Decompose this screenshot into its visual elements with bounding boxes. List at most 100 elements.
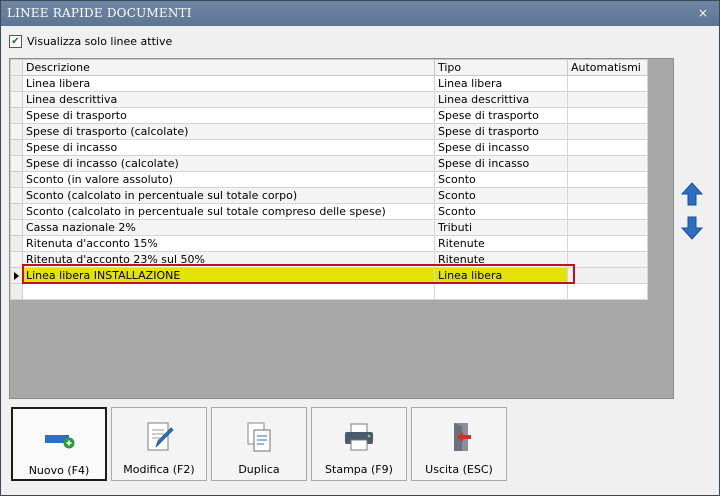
cell-automatismi[interactable] [567, 267, 648, 284]
table-row[interactable]: Linea libera INSTALLAZIONE Linea libera [10, 267, 648, 284]
row-selector[interactable] [10, 123, 23, 140]
arrow-up-icon [681, 182, 703, 206]
duplica-button[interactable]: Duplica [211, 407, 307, 481]
cell-descrizione[interactable]: Linea libera [22, 75, 435, 92]
modifica-button[interactable]: Modifica (F2) [111, 407, 207, 481]
cell-tipo[interactable]: Sconto [434, 203, 568, 220]
cell-descrizione[interactable]: Cassa nazionale 2% [22, 219, 435, 236]
nuovo-label: Nuovo (F4) [28, 464, 90, 477]
active-lines-filter[interactable]: ✔ Visualizza solo linee attive [9, 33, 172, 49]
cell-descrizione[interactable]: Spese di incasso (calcolate) [22, 155, 435, 172]
cell-tipo[interactable]: Linea libera [434, 75, 568, 92]
new-line-icon [13, 421, 105, 455]
row-selector[interactable] [10, 267, 23, 284]
active-lines-label: Visualizza solo linee attive [27, 34, 173, 48]
row-selector[interactable] [10, 219, 23, 236]
empty-cell[interactable] [567, 283, 648, 300]
row-selector[interactable] [10, 155, 23, 172]
stampa-label: Stampa (F9) [325, 463, 393, 476]
cell-tipo[interactable]: Spese di trasporto [434, 107, 568, 124]
cell-automatismi[interactable] [567, 187, 648, 204]
cell-tipo[interactable]: Ritenute [434, 251, 568, 268]
column-header-tipo[interactable]: Tipo [434, 59, 568, 76]
table-row[interactable]: Spese di incasso (calcolate) Spese di inc… [10, 155, 648, 172]
cell-tipo[interactable]: Ritenute [434, 235, 568, 252]
cell-automatismi[interactable] [567, 75, 648, 92]
cell-automatismi[interactable] [567, 235, 648, 252]
dialog-window: LINEE RAPIDE DOCUMENTI × ✔ Visualizza so… [0, 0, 720, 496]
cell-descrizione[interactable]: Sconto (in valore assoluto) [22, 171, 435, 188]
cell-automatismi[interactable] [567, 203, 648, 220]
lines-table: Descrizione Tipo Automatismi Linea liber… [10, 59, 648, 300]
table-row[interactable]: Sconto (calcolato in percentuale sul tot… [10, 203, 648, 220]
row-selector[interactable] [10, 235, 23, 252]
table-row[interactable]: Sconto (in valore assoluto) Sconto [10, 171, 648, 188]
row-selector[interactable] [10, 75, 23, 92]
table-row[interactable]: Cassa nazionale 2% Tributi [10, 219, 648, 236]
cell-descrizione[interactable]: Linea libera INSTALLAZIONE [22, 267, 435, 284]
cell-descrizione[interactable]: Ritenuta d'acconto 23% sul 50% [22, 251, 435, 268]
row-selector[interactable] [10, 187, 23, 204]
cell-automatismi[interactable] [567, 107, 648, 124]
cell-automatismi[interactable] [567, 123, 648, 140]
column-header-descrizione[interactable]: Descrizione [22, 59, 435, 76]
title-bar[interactable]: LINEE RAPIDE DOCUMENTI × [1, 1, 719, 26]
modifica-label: Modifica (F2) [123, 463, 195, 476]
row-selector[interactable] [10, 91, 23, 108]
empty-cell[interactable] [434, 283, 568, 300]
cell-descrizione[interactable]: Spese di trasporto [22, 107, 435, 124]
window-title: LINEE RAPIDE DOCUMENTI [7, 6, 192, 20]
cell-descrizione[interactable]: Spese di trasporto (calcolate) [22, 123, 435, 140]
cell-automatismi[interactable] [567, 139, 648, 156]
cell-tipo[interactable]: Linea libera [434, 267, 568, 284]
row-selector[interactable] [10, 107, 23, 124]
uscita-label: Uscita (ESC) [425, 463, 493, 476]
cell-tipo[interactable]: Tributi [434, 219, 568, 236]
row-selector[interactable] [10, 171, 23, 188]
exit-door-icon [412, 420, 506, 454]
cell-descrizione[interactable]: Linea descrittiva [22, 91, 435, 108]
table-row[interactable]: Linea libera Linea libera [10, 75, 648, 92]
row-selector[interactable] [10, 251, 23, 268]
cell-automatismi[interactable] [567, 91, 648, 108]
table-row[interactable]: Linea descrittiva Linea descrittiva [10, 91, 648, 108]
table-row[interactable]: Ritenuta d'acconto 23% sul 50% Ritenute [10, 251, 648, 268]
cell-descrizione[interactable]: Sconto (calcolato in percentuale sul tot… [22, 203, 435, 220]
cell-tipo[interactable]: Linea descrittiva [434, 91, 568, 108]
duplica-label: Duplica [238, 463, 280, 476]
cell-automatismi[interactable] [567, 155, 648, 172]
cell-descrizione[interactable]: Spese di incasso [22, 139, 435, 156]
cell-tipo[interactable]: Sconto [434, 187, 568, 204]
nuovo-button[interactable]: Nuovo (F4) [11, 407, 107, 481]
cell-automatismi[interactable] [567, 219, 648, 236]
edit-icon [112, 420, 206, 454]
cell-automatismi[interactable] [567, 251, 648, 268]
cell-tipo[interactable]: Sconto [434, 171, 568, 188]
stampa-button[interactable]: Stampa (F9) [311, 407, 407, 481]
move-down-button[interactable] [679, 215, 705, 241]
cell-tipo[interactable]: Spese di incasso [434, 155, 568, 172]
table-row[interactable]: Spese di trasporto (calcolate) Spese di t… [10, 123, 648, 140]
table-row[interactable]: Spese di incasso Spese di incasso [10, 139, 648, 156]
close-icon[interactable]: × [695, 1, 711, 26]
cell-tipo[interactable]: Spese di trasporto [434, 123, 568, 140]
row-selector-header [10, 59, 23, 76]
cell-tipo[interactable]: Spese di incasso [434, 139, 568, 156]
table-row[interactable]: Ritenuta d'acconto 15% Ritenute [10, 235, 648, 252]
empty-cell[interactable] [22, 283, 435, 300]
empty-row[interactable] [10, 283, 648, 300]
lines-grid[interactable]: Descrizione Tipo Automatismi Linea liber… [9, 58, 674, 399]
column-header-automatismi[interactable]: Automatismi [567, 59, 648, 76]
table-row[interactable]: Sconto (calcolato in percentuale sul tot… [10, 187, 648, 204]
row-selector[interactable] [10, 203, 23, 220]
cell-automatismi[interactable] [567, 171, 648, 188]
move-up-button[interactable] [679, 181, 705, 207]
table-row[interactable]: Spese di trasporto Spese di trasporto [10, 107, 648, 124]
printer-icon [312, 420, 406, 454]
uscita-button[interactable]: Uscita (ESC) [411, 407, 507, 481]
row-selector[interactable] [10, 283, 23, 300]
active-lines-checkbox[interactable]: ✔ [9, 34, 22, 48]
cell-descrizione[interactable]: Sconto (calcolato in percentuale sul tot… [22, 187, 435, 204]
cell-descrizione[interactable]: Ritenuta d'acconto 15% [22, 235, 435, 252]
row-selector[interactable] [10, 139, 23, 156]
